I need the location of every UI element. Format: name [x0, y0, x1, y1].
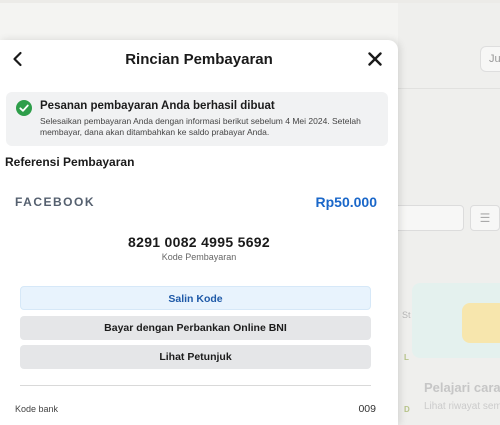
modal-header: Rincian Pembayaran	[0, 40, 398, 80]
payment-code: 8291 0082 4995 5692	[128, 234, 270, 250]
check-circle-icon	[16, 100, 32, 116]
background-learn-subtitle: Lihat riwayat semu	[424, 401, 500, 412]
close-button[interactable]	[366, 50, 384, 68]
payment-details-panel: Rincian Pembayaran Pesanan pembayaran An…	[0, 40, 398, 425]
background-promo-card[interactable]	[412, 283, 500, 358]
bank-code-value: 009	[358, 403, 376, 415]
modal-title: Rincian Pembayaran	[125, 51, 273, 68]
filter-icon[interactable]: ☰	[470, 205, 500, 231]
background-divider	[398, 88, 500, 89]
payment-code-label: Kode Pembayaran	[161, 252, 237, 262]
alert-description: Selesaikan pembayaran Anda dengan inform…	[40, 116, 361, 137]
promo-illustration	[462, 303, 500, 343]
pay-bni-online-button[interactable]: Bayar dengan Perbankan Online BNI	[20, 316, 371, 340]
payment-amount: Rp50.000	[315, 194, 377, 210]
background-list-tag: D	[404, 405, 410, 414]
background-list-tag: L	[404, 353, 409, 362]
alert-title: Pesanan pembayaran Anda berhasil dibuat	[40, 100, 275, 112]
success-alert: Pesanan pembayaran Anda berhasil dibuat …	[6, 92, 388, 146]
divider	[20, 385, 371, 386]
bank-code-label: Kode bank	[15, 404, 59, 414]
merchant-logo-text: FACEBOOK	[15, 195, 96, 209]
payment-reference-heading: Referensi Pembayaran	[5, 155, 135, 169]
background-date-chip[interactable]: Ju	[480, 46, 500, 72]
background-section-label: St	[402, 310, 411, 320]
close-icon	[368, 52, 382, 66]
view-instructions-button[interactable]: Lihat Petunjuk	[20, 345, 371, 369]
background-learn-title: Pelajari cara m	[424, 380, 500, 395]
copy-code-button[interactable]: Salin Kode	[20, 286, 371, 310]
background-search-input[interactable]	[394, 205, 464, 231]
